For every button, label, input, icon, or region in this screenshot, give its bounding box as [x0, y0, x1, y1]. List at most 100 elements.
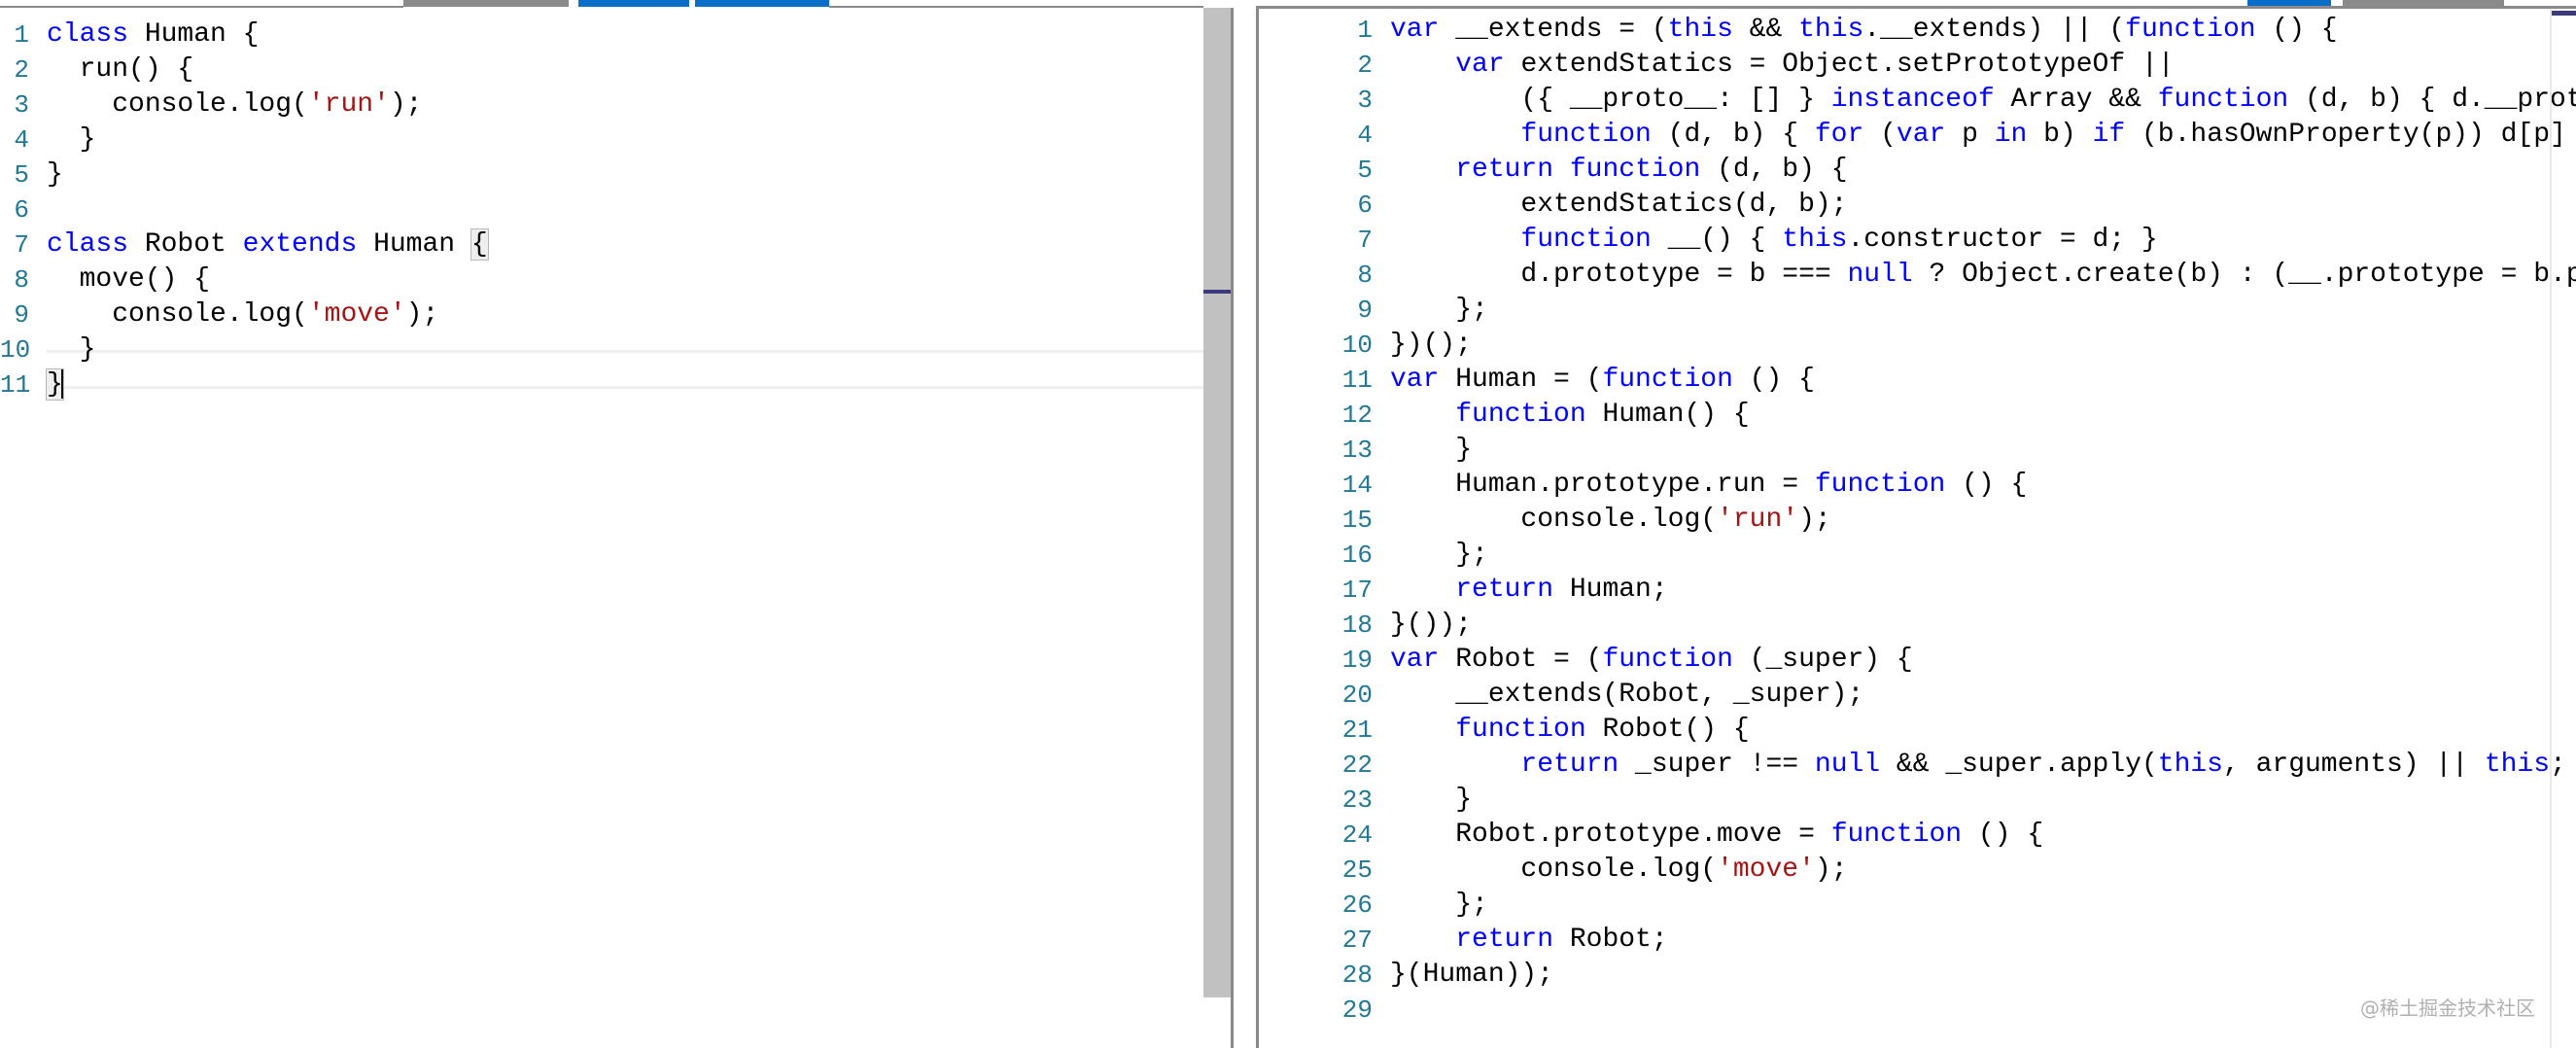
line-number: 23: [1341, 786, 1373, 815]
code-line[interactable]: 5}: [0, 157, 1203, 192]
tab-indicator-gray[interactable]: [403, 0, 569, 7]
code-line[interactable]: 15 console.log('run');: [1259, 503, 2576, 538]
code-line[interactable]: 4 function (d, b) { for (var p in b) if …: [1259, 118, 2576, 153]
code-text[interactable]: }: [1390, 783, 1472, 818]
code-text[interactable]: var extendStatics = Object.setPrototypeO…: [1390, 48, 2174, 83]
code-line[interactable]: 22 return _super !== null && _super.appl…: [1259, 748, 2576, 783]
right-scrollbar-track[interactable]: [2550, 9, 2552, 1048]
code-text[interactable]: run() {: [47, 52, 194, 87]
code-text[interactable]: Robot.prototype.move = function () {: [1390, 818, 2043, 853]
code-text[interactable]: return _super !== null && _super.apply(t…: [1390, 748, 2565, 783]
code-text[interactable]: }());: [1390, 608, 1472, 643]
code-line[interactable]: 25 console.log('move');: [1259, 853, 2576, 888]
code-text[interactable]: __extends(Robot, _super);: [1390, 678, 1863, 713]
right-output-panel[interactable]: 1 var __extends = (this && this.__extends…: [1256, 6, 2576, 1048]
code-text[interactable]: extendStatics(d, b);: [1390, 188, 1847, 223]
code-token: Human: [357, 229, 471, 260]
code-token: Human.prototype.run =: [1390, 470, 1815, 500]
code-line[interactable]: 23 }: [1259, 783, 2576, 818]
code-text[interactable]: console.log('move');: [1390, 853, 1847, 888]
code-text[interactable]: }: [47, 332, 96, 367]
code-text[interactable]: }(Human));: [1390, 958, 1553, 993]
code-line[interactable]: 8 move() {: [0, 262, 1203, 297]
code-text[interactable]: return function (d, b) {: [1390, 153, 1847, 188]
code-line[interactable]: 21 function Robot() {: [1259, 713, 2576, 748]
code-text[interactable]: };: [1390, 538, 1488, 573]
string-token: 'run': [1717, 505, 1799, 535]
code-line[interactable]: 19 var Robot = (function (_super) {: [1259, 643, 2576, 678]
code-line[interactable]: 4 }: [0, 122, 1203, 157]
code-line[interactable]: 11}: [0, 367, 1203, 402]
code-line[interactable]: 24 Robot.prototype.move = function () {: [1259, 818, 2576, 853]
code-line[interactable]: 28}(Human));: [1259, 958, 2576, 993]
code-text[interactable]: return Robot;: [1390, 923, 1667, 958]
code-text[interactable]: Human.prototype.run = function () {: [1390, 468, 2027, 503]
code-text[interactable]: function (d, b) { for (var p in b) if (b…: [1390, 118, 2576, 153]
keyword-token: function: [1830, 820, 1963, 850]
code-text[interactable]: ({ __proto__: [] } instanceof Array && f…: [1390, 83, 2576, 118]
code-text[interactable]: };: [1390, 293, 1488, 328]
code-token: (b.hasOwnProperty(p)) d[p] = b[p]; };: [2141, 120, 2566, 150]
code-text[interactable]: function __() { this.constructor = d; }: [1390, 223, 2157, 258]
code-line[interactable]: 13 }: [1259, 433, 2576, 468]
code-line[interactable]: 16 };: [1259, 538, 2576, 573]
code-line[interactable]: 27 return Robot;: [1259, 923, 2576, 958]
code-line[interactable]: 12 function Human() {: [1259, 398, 2576, 433]
tab-indicator-blue-2[interactable]: [695, 0, 829, 7]
code-text[interactable]: console.log('run');: [1390, 503, 1830, 538]
code-line[interactable]: 1 class Human {: [0, 17, 1203, 52]
left-editor-panel[interactable]: 1 class Human {2 run() {3 console.log('ru…: [0, 8, 1203, 1048]
code-line[interactable]: 10})();: [1259, 328, 2576, 363]
code-text[interactable]: }: [46, 367, 64, 402]
code-text[interactable]: class Robot extends Human {: [47, 227, 489, 262]
code-text[interactable]: var __extends = (this && this.__extends)…: [1390, 13, 2338, 48]
code-line[interactable]: 8 d.prototype = b === null ? Object.crea…: [1259, 258, 2576, 293]
code-line[interactable]: 3 ({ __proto__: [] } instanceof Array &&…: [1259, 83, 2576, 118]
keyword-token: function: [1602, 365, 1733, 395]
code-text[interactable]: }: [47, 122, 96, 157]
code-text[interactable]: return Human;: [1390, 573, 1667, 608]
code-line[interactable]: 9 console.log('move');: [0, 297, 1203, 332]
code-line[interactable]: 7 class Robot extends Human {: [0, 227, 1203, 262]
left-vertical-scrollbar[interactable]: [1203, 8, 1234, 1048]
code-line[interactable]: 20 __extends(Robot, _super);: [1259, 678, 2576, 713]
code-line[interactable]: 17 return Human;: [1259, 573, 2576, 608]
left-code-area[interactable]: 1 class Human {2 run() {3 console.log('ru…: [0, 17, 1203, 402]
code-line[interactable]: 11 var Human = (function () {: [1259, 363, 2576, 398]
code-line[interactable]: 2 var extendStatics = Object.setPrototyp…: [1259, 48, 2576, 83]
code-line[interactable]: 6: [0, 192, 1203, 227]
code-text[interactable]: move() {: [47, 262, 210, 297]
code-line[interactable]: 10 }: [0, 332, 1203, 367]
code-text[interactable]: }: [47, 157, 63, 192]
code-text[interactable]: console.log('move');: [47, 297, 438, 332]
code-text[interactable]: function Robot() {: [1390, 713, 1749, 748]
watermark: @稀土掘金技术社区: [2360, 996, 2535, 1020]
tab-indicator-blue-1[interactable]: [578, 0, 689, 7]
code-text[interactable]: }: [1390, 433, 1472, 468]
code-line[interactable]: 5 return function (d, b) {: [1259, 153, 2576, 188]
code-line[interactable]: 14 Human.prototype.run = function () {: [1259, 468, 2576, 503]
code-line[interactable]: 6 extendStatics(d, b);: [1259, 188, 2576, 223]
code-line[interactable]: 2 run() {: [0, 52, 1203, 87]
code-text[interactable]: var Robot = (function (_super) {: [1390, 643, 1913, 678]
code-text[interactable]: console.log('run');: [47, 87, 422, 122]
code-line[interactable]: 7 function __() { this.constructor = d; …: [1259, 223, 2576, 258]
code-text[interactable]: d.prototype = b === null ? Object.create…: [1390, 258, 2576, 293]
code-text[interactable]: };: [1390, 888, 1488, 923]
keyword-token: var: [1390, 15, 1440, 45]
code-line[interactable]: 1 var __extends = (this && this.__extends…: [1259, 13, 2576, 48]
code-line[interactable]: 9 };: [1259, 293, 2576, 328]
code-line[interactable]: 3 console.log('run');: [0, 87, 1203, 122]
code-line[interactable]: 26 };: [1259, 888, 2576, 923]
code-text[interactable]: })();: [1390, 328, 1472, 363]
matching-bracket: {: [470, 228, 489, 261]
keyword-token: for: [1814, 120, 1864, 150]
keyword-token: class: [47, 229, 129, 260]
left-scrollbar-thumb[interactable]: [1203, 8, 1231, 997]
right-code-area[interactable]: 1 var __extends = (this && this.__extends…: [1259, 13, 2576, 1028]
code-text[interactable]: function Human() {: [1390, 398, 1749, 433]
code-text[interactable]: class Human {: [47, 17, 259, 52]
code-line[interactable]: 18}());: [1259, 608, 2576, 643]
code-text[interactable]: var Human = (function () {: [1390, 363, 1815, 398]
